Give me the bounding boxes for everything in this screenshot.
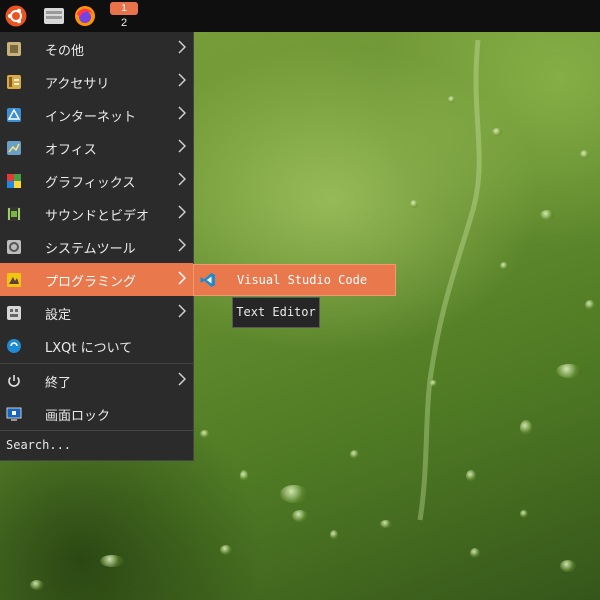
chevron-right-icon bbox=[178, 172, 186, 186]
firefox-launcher[interactable] bbox=[73, 4, 97, 28]
graphics-icon bbox=[6, 173, 22, 189]
firefox-icon bbox=[75, 6, 95, 26]
menu-item-label: インターネット bbox=[45, 110, 137, 125]
menu-separator bbox=[0, 430, 193, 431]
chevron-right-icon bbox=[178, 73, 186, 87]
chevron-right-icon bbox=[178, 139, 186, 153]
sound-video-icon bbox=[6, 206, 22, 222]
internet-icon bbox=[6, 107, 22, 123]
menu-item-office[interactable]: オフィス bbox=[0, 131, 193, 164]
chevron-right-icon bbox=[178, 40, 186, 54]
menu-item-label: サウンドとビデオ bbox=[45, 209, 150, 224]
programming-submenu: Visual Studio Code bbox=[193, 264, 396, 296]
menu-item-internet[interactable]: インターネット bbox=[0, 98, 193, 131]
file-manager-icon bbox=[44, 8, 64, 24]
chevron-right-icon bbox=[178, 304, 186, 318]
programming-icon bbox=[6, 272, 22, 288]
workspace-2[interactable]: 2 bbox=[110, 17, 138, 30]
workspace-1[interactable]: 1 bbox=[110, 2, 138, 15]
menu-item-label: LXQt について bbox=[45, 341, 133, 356]
settings-icon bbox=[6, 305, 22, 321]
menu-item-label: 設定 bbox=[45, 308, 72, 323]
vscode-icon bbox=[200, 273, 215, 287]
menu-item-settings[interactable]: 設定 bbox=[0, 296, 193, 329]
file-manager-launcher[interactable] bbox=[42, 4, 66, 28]
chevron-right-icon bbox=[178, 372, 186, 386]
start-menu-button[interactable] bbox=[4, 4, 28, 28]
menu-item-system-tools[interactable]: システムツール bbox=[0, 230, 193, 263]
lxqt-about-icon bbox=[6, 338, 22, 354]
menu-item-label: オフィス bbox=[45, 143, 97, 158]
submenu-item-label: Visual Studio Code bbox=[237, 273, 368, 287]
menu-item-label: グラフィックス bbox=[45, 176, 136, 191]
lock-screen-icon bbox=[6, 406, 22, 422]
chevron-right-icon bbox=[178, 271, 186, 285]
ubuntu-logo-icon bbox=[5, 5, 27, 27]
accessories-icon bbox=[6, 74, 22, 90]
application-menu: その他 アクセサリ インターネット オフィス グラフィックス サウンドとビデオ … bbox=[0, 32, 194, 461]
menu-item-label: 画面ロック bbox=[45, 409, 111, 424]
taskbar: 1 2 bbox=[0, 0, 600, 32]
chevron-right-icon bbox=[178, 106, 186, 120]
system-tools-icon bbox=[6, 239, 22, 255]
menu-item-lock-screen[interactable]: 画面ロック bbox=[0, 397, 193, 430]
menu-item-label: アクセサリ bbox=[45, 77, 110, 92]
workspace-switcher[interactable]: 1 2 bbox=[110, 2, 138, 30]
office-icon bbox=[6, 140, 22, 156]
chevron-right-icon bbox=[178, 205, 186, 219]
submenu-item-vscode[interactable]: Visual Studio Code bbox=[194, 265, 395, 295]
menu-search-field[interactable]: Search... bbox=[6, 438, 71, 452]
menu-item-label: プログラミング bbox=[45, 275, 137, 290]
menu-item-label: システムツール bbox=[45, 242, 136, 257]
menu-item-graphics[interactable]: グラフィックス bbox=[0, 164, 193, 197]
menu-item-shutdown[interactable]: 終了 bbox=[0, 364, 193, 397]
menu-item-programming[interactable]: プログラミング bbox=[0, 263, 193, 296]
chevron-right-icon bbox=[178, 238, 186, 252]
menu-item-label: 終了 bbox=[45, 376, 72, 391]
menu-item-label: その他 bbox=[45, 44, 85, 59]
menu-item-sound-video[interactable]: サウンドとビデオ bbox=[0, 197, 193, 230]
other-icon bbox=[6, 41, 22, 57]
menu-item-accessories[interactable]: アクセサリ bbox=[0, 65, 193, 98]
tooltip: Text Editor bbox=[232, 297, 320, 328]
menu-item-other[interactable]: その他 bbox=[0, 32, 193, 65]
power-icon bbox=[6, 373, 22, 389]
menu-item-about-lxqt[interactable]: LXQt について bbox=[0, 329, 193, 362]
